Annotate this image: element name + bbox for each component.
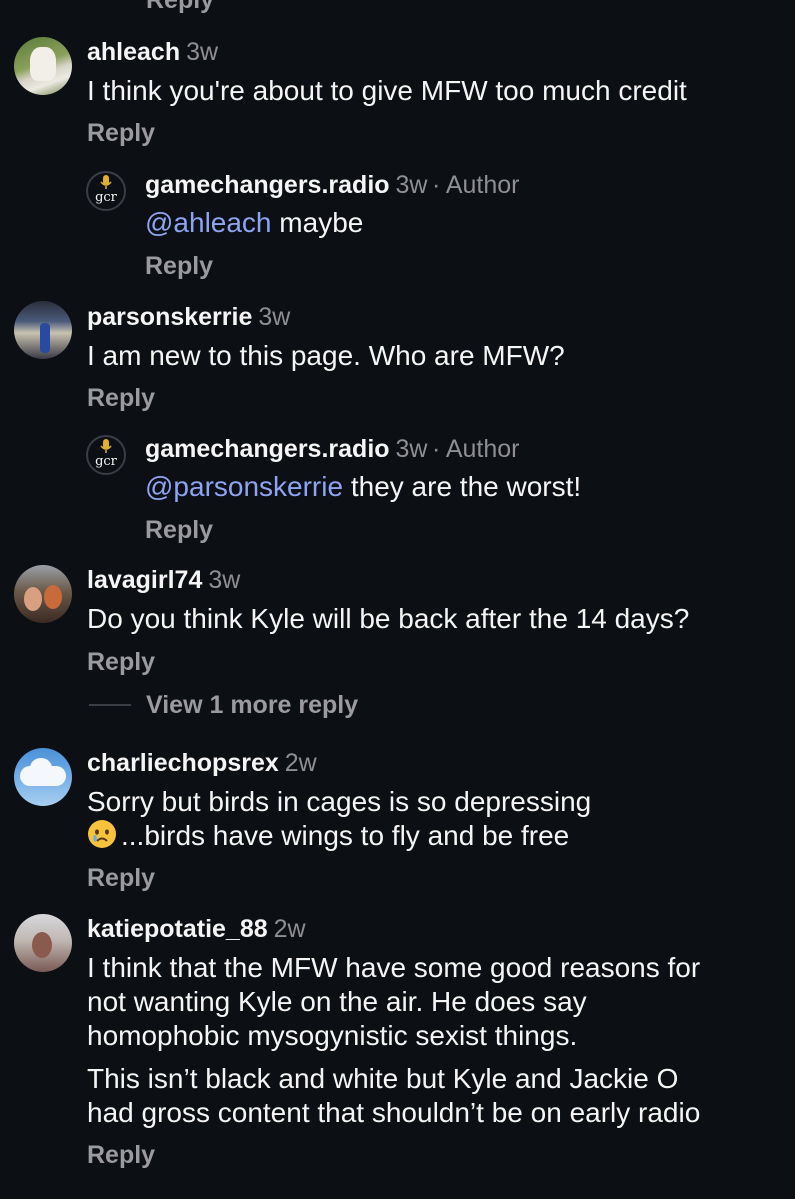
- username[interactable]: charliechopsrex: [87, 749, 279, 777]
- username[interactable]: ahleach: [87, 38, 180, 66]
- comment-text-line: This isn’t black and white but Kyle and …: [87, 1063, 679, 1094]
- reply-button[interactable]: Reply: [145, 252, 213, 281]
- user-avatar[interactable]: [14, 748, 72, 806]
- timestamp: 3w: [186, 38, 219, 66]
- view-more-replies-button[interactable]: View 1 more reply: [146, 691, 358, 720]
- comment-header: lavagirl74 3w: [87, 566, 240, 595]
- reply-button[interactable]: Reply: [87, 384, 155, 413]
- crying-face-icon: [88, 820, 116, 848]
- comment-text-line: ...birds have wings to fly and be free: [87, 819, 569, 853]
- user-avatar[interactable]: [14, 301, 72, 359]
- reply-button[interactable]: Reply: [87, 864, 155, 893]
- reply-button[interactable]: Reply: [145, 516, 213, 545]
- user-avatar[interactable]: [14, 37, 72, 95]
- comment-text-line: not wanting Kyle on the air. He does say: [87, 986, 587, 1017]
- user-avatar[interactable]: [14, 565, 72, 623]
- avatar-logo-text: gcr: [95, 190, 117, 205]
- reply-button[interactable]: Reply: [146, 0, 214, 15]
- author-avatar[interactable]: gcr: [86, 171, 126, 211]
- comment-header: parsonskerrie 3w: [87, 303, 290, 332]
- comment-body: they are the worst!: [343, 471, 582, 502]
- comment-header: charliechopsrex 2w: [87, 749, 317, 778]
- comment-header: gamechangers.radio 3w · Author: [145, 171, 520, 200]
- timestamp: 3w: [258, 303, 291, 331]
- comment-text: @parsonskerrie they are the worst!: [145, 470, 581, 504]
- thread-divider: [89, 704, 131, 706]
- comment-header: gamechangers.radio 3w · Author: [145, 435, 520, 464]
- username[interactable]: lavagirl74: [87, 566, 202, 594]
- username[interactable]: gamechangers.radio: [145, 435, 390, 463]
- comment-text: I am new to this page. Who are MFW?: [87, 340, 565, 371]
- mention-link[interactable]: @parsonskerrie: [145, 471, 343, 502]
- timestamp: 2w: [284, 749, 317, 777]
- comment-header: katiepotatie_88 2w: [87, 915, 306, 944]
- comment-body: ...birds have wings to fly and be free: [121, 820, 570, 851]
- reply-button[interactable]: Reply: [87, 648, 155, 677]
- comment-text: @ahleach maybe: [145, 206, 363, 240]
- comment-header: ahleach 3w: [87, 38, 218, 67]
- comment-text-line: had gross content that shouldn’t be on e…: [87, 1097, 701, 1128]
- avatar-logo-text: gcr: [95, 454, 117, 469]
- comment-text-line: homophobic mysogynistic sexist things.: [87, 1020, 578, 1051]
- avatar-image: [40, 323, 50, 353]
- timestamp: 3w: [395, 171, 428, 199]
- username[interactable]: parsonskerrie: [87, 303, 252, 331]
- username[interactable]: gamechangers.radio: [145, 171, 390, 199]
- comment-text: Do you think Kyle will be back after the…: [87, 603, 690, 634]
- comment-text: I think you're about to give MFW too muc…: [87, 75, 687, 106]
- comment-body: maybe: [271, 207, 364, 238]
- reply-button[interactable]: Reply: [87, 119, 155, 148]
- timestamp: 3w: [208, 566, 241, 594]
- avatar-image: [32, 932, 52, 958]
- user-avatar[interactable]: [14, 914, 72, 972]
- author-avatar[interactable]: gcr: [86, 435, 126, 475]
- avatar-image: [24, 587, 42, 611]
- mention-link[interactable]: @ahleach: [145, 207, 272, 238]
- comment-text-line: Sorry but birds in cages is so depressin…: [87, 786, 592, 817]
- author-badge: · Author: [431, 435, 520, 463]
- reply-button[interactable]: Reply: [87, 1141, 155, 1170]
- username[interactable]: katiepotatie_88: [87, 915, 268, 943]
- avatar-image: [30, 47, 56, 81]
- timestamp: 3w: [395, 435, 428, 463]
- comment-text-line: I think that the MFW have some good reas…: [87, 952, 701, 983]
- timestamp: 2w: [273, 915, 306, 943]
- author-badge: · Author: [431, 171, 520, 199]
